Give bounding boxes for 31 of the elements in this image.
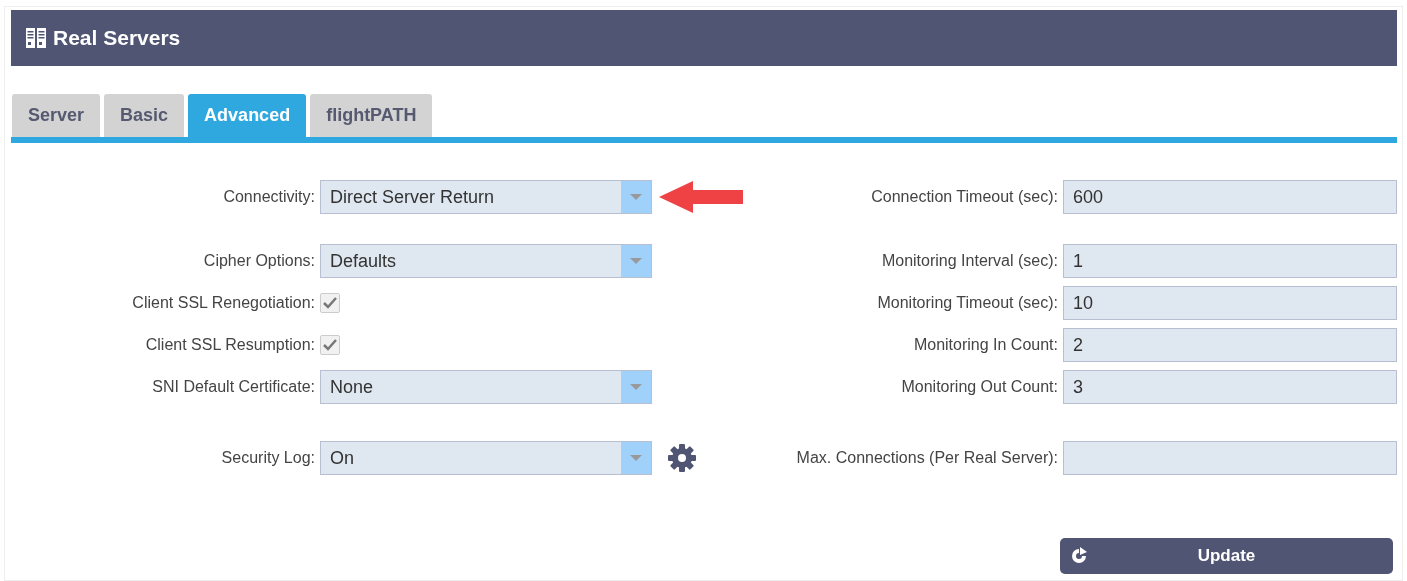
- field-label: Client SSL Resumption:: [144, 335, 315, 355]
- field-label: Security Log:: [220, 448, 315, 468]
- panel-title: Real Servers: [53, 25, 181, 52]
- field-label: Cipher Options:: [202, 251, 315, 271]
- dropdown[interactable]: On: [320, 441, 652, 475]
- checkbox[interactable]: [320, 335, 340, 355]
- field-label: Client SSL Renegotiation:: [131, 293, 315, 313]
- checkbox[interactable]: [320, 293, 340, 313]
- field-label: Monitoring In Count:: [912, 335, 1058, 355]
- tab[interactable]: Basic: [104, 94, 185, 137]
- input-field[interactable]: 1: [1063, 244, 1397, 278]
- field-label: Monitoring Timeout (sec):: [876, 293, 1058, 313]
- input-field[interactable]: [1063, 441, 1397, 475]
- dropdown[interactable]: None: [320, 370, 652, 404]
- field-label: Connectivity:: [222, 187, 315, 207]
- field-label: SNI Default Certificate:: [151, 377, 315, 397]
- dropdown[interactable]: Defaults: [320, 244, 652, 278]
- field-label: Connection Timeout (sec):: [870, 187, 1058, 207]
- input-field[interactable]: 3: [1063, 370, 1397, 404]
- input-field[interactable]: 600: [1063, 180, 1397, 214]
- server-icon: [25, 27, 47, 49]
- update-button[interactable]: Update: [1060, 538, 1393, 574]
- input-field[interactable]: 2: [1063, 328, 1397, 362]
- input-field[interactable]: 10: [1063, 286, 1397, 320]
- field-label: Monitoring Interval (sec):: [880, 251, 1058, 271]
- field-label: Monitoring Out Count:: [900, 377, 1058, 397]
- field-label: Max. Connections (Per Real Server):: [795, 448, 1058, 468]
- tab[interactable]: flightPATH: [310, 94, 433, 137]
- refresh-icon: [1070, 547, 1088, 565]
- tab[interactable]: Server: [12, 94, 101, 137]
- dropdown[interactable]: Direct Server Return: [320, 180, 652, 214]
